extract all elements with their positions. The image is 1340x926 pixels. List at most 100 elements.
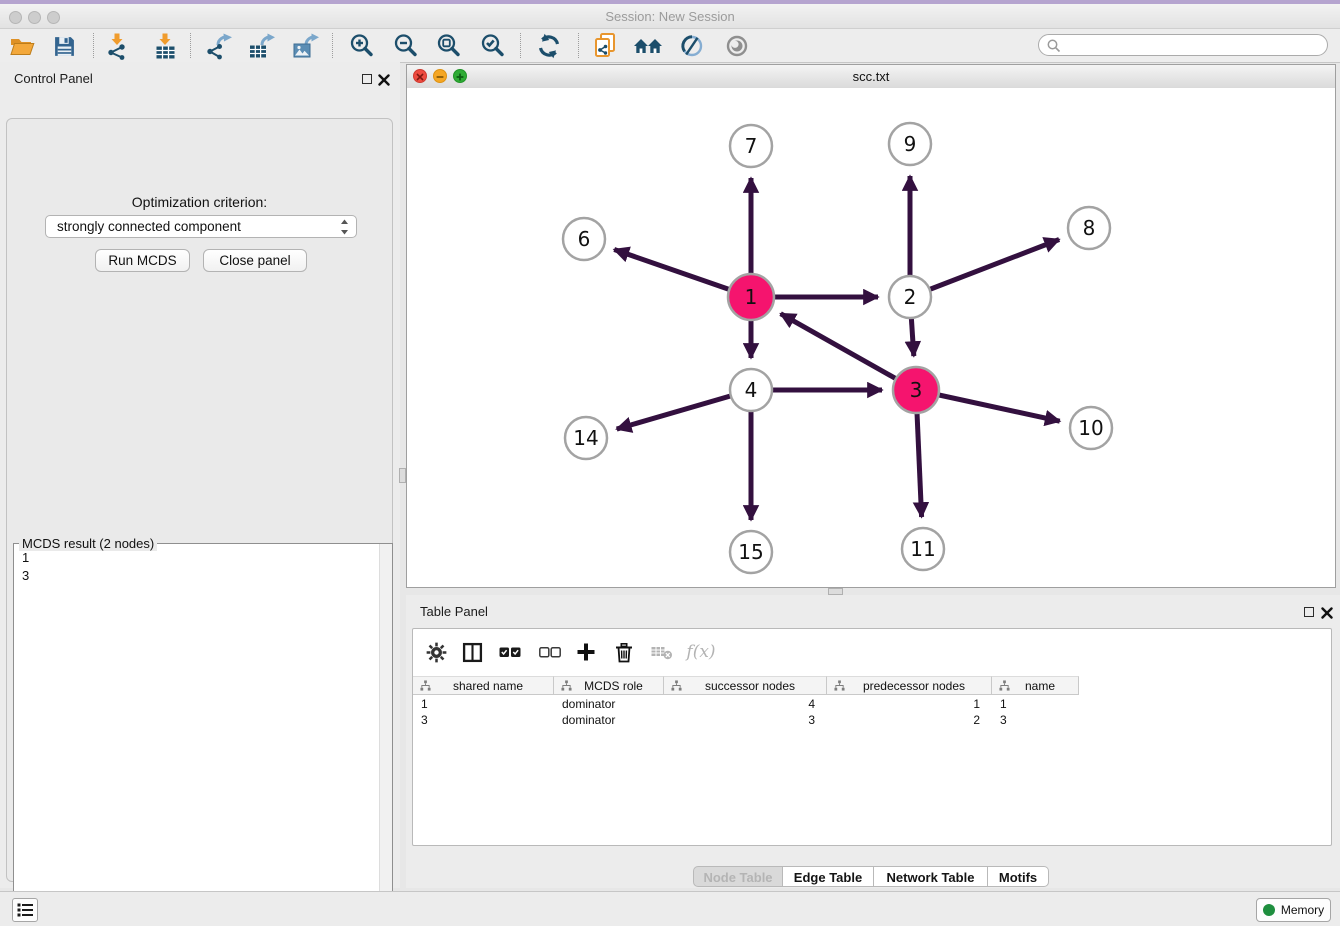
column-header-name[interactable]: name — [992, 676, 1079, 695]
table-cell[interactable]: 3 — [413, 712, 554, 728]
main-toolbar — [0, 29, 1340, 63]
node-label: 4 — [745, 378, 758, 402]
table-rows: 1dominator4113dominator323 — [413, 696, 1331, 728]
status-bar: Memory — [0, 891, 1340, 926]
table-cell[interactable]: 2 — [827, 712, 992, 728]
vertical-split-handle[interactable] — [399, 468, 406, 483]
optimization-criterion-select[interactable]: strongly connected component — [45, 215, 357, 238]
network-window-titlebar[interactable]: scc.txt — [407, 65, 1335, 89]
node-15[interactable]: 15 — [730, 531, 772, 573]
node-label: 15 — [738, 540, 763, 564]
run-mcds-button[interactable]: Run MCDS — [95, 249, 190, 272]
column-header-MCDS-role[interactable]: MCDS role — [554, 676, 664, 695]
tab-motifs[interactable]: Motifs — [988, 866, 1049, 887]
table-cell[interactable]: dominator — [554, 712, 664, 728]
column-header-successor-nodes[interactable]: successor nodes — [664, 676, 827, 695]
node-11[interactable]: 11 — [902, 528, 944, 570]
table-cell[interactable]: dominator — [554, 696, 664, 712]
export-image-icon[interactable] — [290, 32, 320, 60]
node-6[interactable]: 6 — [563, 218, 605, 260]
import-network-icon[interactable] — [102, 32, 132, 60]
table-settings-icon[interactable] — [421, 638, 451, 666]
delete-column-icon[interactable] — [609, 638, 639, 666]
node-14[interactable]: 14 — [565, 417, 607, 459]
zoom-in-icon[interactable] — [347, 32, 377, 60]
import-table-icon[interactable] — [150, 32, 180, 60]
network-graph-canvas[interactable]: 1 2 3 4 6 7 8 9 10 11 14 15 — [407, 88, 1335, 587]
node-9[interactable]: 9 — [889, 123, 931, 165]
session-title: Session: New Session — [0, 9, 1340, 24]
search-icon — [1046, 38, 1062, 54]
optimization-criterion-value: strongly connected component — [57, 219, 241, 234]
table-cell[interactable]: 1 — [827, 696, 992, 712]
create-column-icon[interactable] — [571, 638, 601, 666]
export-table-icon[interactable] — [246, 32, 276, 60]
application-window: Session: New Session — [0, 0, 1340, 926]
close-panel-button[interactable]: Close panel — [203, 249, 307, 272]
tab-node-table[interactable]: Node Table — [693, 866, 783, 887]
float-table-panel-icon[interactable] — [1304, 607, 1314, 617]
toggle-styles-icon[interactable] — [677, 32, 707, 60]
table-cell[interactable]: 3 — [992, 712, 1079, 728]
close-panel-icon[interactable] — [378, 74, 390, 86]
tab-edge-table[interactable]: Edge Table — [783, 866, 874, 887]
column-chooser-icon[interactable] — [457, 638, 487, 666]
task-history-button[interactable] — [12, 898, 38, 922]
control-panel: Control Panel Network Style Select MCDS … — [0, 62, 400, 888]
table-cell[interactable]: 1 — [992, 696, 1079, 712]
graphics-details-icon[interactable] — [722, 32, 752, 60]
column-header-predecessor-nodes[interactable]: predecessor nodes — [827, 676, 992, 695]
node-label: 2 — [904, 285, 917, 309]
node-label: 10 — [1078, 416, 1103, 440]
table-row[interactable]: 3dominator323 — [413, 712, 1331, 728]
horizontal-split-handle[interactable] — [828, 588, 843, 595]
search-field — [1038, 34, 1328, 56]
float-panel-icon[interactable] — [362, 74, 372, 84]
result-scrollbar[interactable] — [379, 544, 392, 926]
first-neighbors-icon[interactable] — [633, 32, 663, 60]
open-session-icon[interactable] — [7, 32, 37, 60]
save-session-icon[interactable] — [49, 32, 79, 60]
node-label: 7 — [745, 134, 758, 158]
node-label: 11 — [910, 537, 935, 561]
tab-network-table[interactable]: Network Table — [874, 866, 988, 887]
main-titlebar[interactable]: Session: New Session — [0, 4, 1340, 29]
zoom-fit-icon[interactable] — [434, 32, 464, 60]
column-header-shared-name[interactable]: shared name — [413, 676, 554, 695]
mcds-panel: Optimization criterion: strongly connect… — [6, 118, 393, 882]
table-panel-tabs: Node Table Edge Table Network Table Moti… — [693, 866, 1049, 887]
table-header-row: shared nameMCDS rolesuccessor nodesprede… — [413, 676, 1079, 695]
node-table-container: f(x) shared nameMCDS rolesuccessor nodes… — [412, 628, 1332, 846]
control-panel-header: Control Panel — [0, 62, 400, 94]
node-8[interactable]: 8 — [1068, 207, 1110, 249]
mcds-result-line: 1 — [14, 549, 392, 567]
control-panel-title: Control Panel — [14, 71, 93, 86]
node-3[interactable]: 3 — [893, 367, 939, 413]
node-7[interactable]: 7 — [730, 125, 772, 167]
search-input[interactable] — [1065, 36, 1319, 56]
table-cell[interactable]: 1 — [413, 696, 554, 712]
network-title: scc.txt — [407, 69, 1335, 84]
task-list-icon — [17, 903, 33, 917]
close-table-panel-icon[interactable] — [1321, 607, 1333, 619]
clone-network-icon[interactable] — [590, 32, 620, 60]
node-1[interactable]: 1 — [728, 274, 774, 320]
export-network-icon[interactable] — [203, 32, 233, 60]
table-row[interactable]: 1dominator411 — [413, 696, 1331, 712]
zoom-selected-icon[interactable] — [478, 32, 508, 60]
network-view-window: scc.txt 1 2 3 4 6 7 8 9 10 11 14 15 — [406, 64, 1336, 588]
node-10[interactable]: 10 — [1070, 407, 1112, 449]
table-cell[interactable]: 3 — [664, 712, 827, 728]
memory-button[interactable]: Memory — [1256, 898, 1331, 922]
node-2[interactable]: 2 — [889, 276, 931, 318]
toolbar-separator — [332, 33, 333, 58]
hide-all-columns-icon[interactable] — [535, 638, 565, 666]
show-all-columns-icon[interactable] — [495, 638, 525, 666]
zoom-out-icon[interactable] — [391, 32, 421, 60]
mcds-result-legend: MCDS result (2 nodes) — [19, 536, 157, 551]
table-cell[interactable]: 4 — [664, 696, 827, 712]
edge-2-8[interactable] — [910, 240, 1059, 297]
refresh-layout-icon[interactable] — [534, 32, 564, 60]
node-4[interactable]: 4 — [730, 369, 772, 411]
memory-button-label: Memory — [1281, 903, 1324, 917]
